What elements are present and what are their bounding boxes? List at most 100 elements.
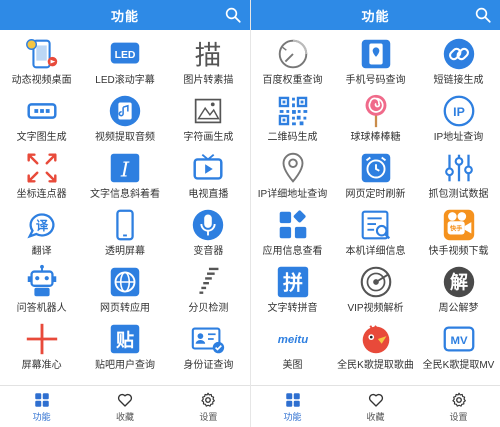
tab-label: 设置 (199, 411, 218, 422)
grid-icon (34, 392, 49, 407)
feature-ip-lookup[interactable]: IP IP地址查询 (417, 89, 500, 146)
feature-karaoke-song[interactable]: 全民K歌提取歌曲 (334, 317, 417, 374)
feature-dream[interactable]: 解 周公解梦 (417, 260, 500, 317)
search-icon[interactable] (474, 6, 492, 24)
feature-label: 本机详细信息 (345, 246, 406, 257)
karaoke-bird-icon (357, 320, 395, 358)
gear-icon (451, 392, 466, 407)
feature-label: 贴吧用户查询 (94, 360, 155, 371)
tab-features[interactable]: 功能 (0, 386, 83, 427)
feature-label: 透明屏幕 (104, 246, 145, 257)
translate-char: 译 (35, 219, 48, 233)
feature-karaoke-mv[interactable]: MV 全民K歌提取MV (417, 317, 500, 374)
italic-text-icon: I (106, 149, 144, 187)
robot-icon (23, 263, 61, 301)
sliders-icon (440, 149, 478, 187)
feature-italic-text[interactable]: I 文字信息斜着看 (83, 146, 166, 203)
feature-label: 手机号码查询 (345, 75, 406, 86)
kuaishou-icon: 快手 (440, 206, 478, 244)
tab-favorites[interactable]: 收藏 (334, 386, 417, 427)
feature-vip-video[interactable]: VIP视频解析 (334, 260, 417, 317)
feature-ascii-art[interactable]: 字符画生成 (167, 89, 250, 146)
feature-label: 文字信息斜着看 (89, 189, 160, 200)
feature-label: 字符画生成 (183, 132, 234, 143)
feature-baidu-weight[interactable]: 百度权重查询 (251, 32, 334, 89)
search-icon[interactable] (224, 6, 242, 24)
ascii-art-icon (189, 92, 227, 130)
feature-pinyin[interactable]: 拼 文字转拼音 (251, 260, 334, 317)
tab-label: 功能 (283, 411, 302, 422)
kuaishou-text: 快手 (449, 225, 461, 233)
feature-web-refresh[interactable]: 网页定时刷新 (334, 146, 417, 203)
feature-app-info[interactable]: 应用信息查看 (251, 203, 334, 260)
bottom-tab-bar: 功能 收藏 设置 (0, 385, 250, 427)
feature-voice-changer[interactable]: 变音器 (167, 203, 250, 260)
top-bar: 功能 (251, 0, 500, 30)
alarm-clock-icon (357, 149, 395, 187)
feature-label: 变音器 (193, 246, 224, 257)
feature-lollipop[interactable]: 球球棒棒糖 (334, 89, 417, 146)
feature-label: 电视直播 (188, 189, 229, 200)
feature-label: 文字图生成 (16, 132, 67, 143)
feature-led-subtitle[interactable]: LED LED滚动字幕 (83, 32, 166, 89)
feature-label: IP详细地址查询 (257, 189, 328, 200)
scroll-fade (251, 375, 500, 385)
feature-auto-clicker[interactable]: 坐标连点器 (0, 146, 83, 203)
feature-extract-audio[interactable]: 视频提取音频 (83, 89, 166, 146)
meitu-logo: meitu (274, 320, 312, 358)
feature-qrcode[interactable]: 二维码生成 (251, 89, 334, 146)
feature-tv-live[interactable]: 电视直播 (167, 146, 250, 203)
feature-id-card[interactable]: 身份证查询 (167, 317, 250, 374)
feature-sketch[interactable]: 描 图片转素描 (167, 32, 250, 89)
feature-kuaishou-download[interactable]: 快手 快手视频下载 (417, 203, 500, 260)
pinyin-char: 拼 (283, 271, 303, 295)
tab-favorites[interactable]: 收藏 (83, 386, 166, 427)
tab-settings[interactable]: 设置 (417, 386, 500, 427)
crosshair-icon (23, 320, 61, 358)
feature-label: 应用信息查看 (262, 246, 323, 257)
feature-video-wallpaper[interactable]: 动态视频桌面 (0, 32, 83, 89)
feature-qa-robot[interactable]: 问答机器人 (0, 260, 83, 317)
ip-text: IP (453, 105, 465, 119)
feature-decibel[interactable]: 分贝检测 (167, 260, 250, 317)
feature-label: 短链接生成 (433, 75, 484, 86)
feature-tieba-user[interactable]: 贴 贴吧用户查询 (83, 317, 166, 374)
feature-label: 坐标连点器 (16, 189, 67, 200)
led-text: LED (115, 50, 136, 61)
feature-packet-capture[interactable]: 抓包测试数据 (417, 146, 500, 203)
feature-phone-lookup[interactable]: 手机号码查询 (334, 32, 417, 89)
tieba-char: 贴 (116, 330, 134, 352)
feature-label: 动态视频桌面 (11, 75, 72, 86)
tab-settings[interactable]: 设置 (167, 386, 250, 427)
feature-translate[interactable]: 译 翻译 (0, 203, 83, 260)
feature-grid: 百度权重查询 手机号码查询 短链接生成 二维码生成 球球棒棒糖 IP IP地址查… (251, 30, 500, 374)
feature-web-to-app[interactable]: 网页转应用 (83, 260, 166, 317)
right-screen: 功能 百度权重查询 手机号码查询 短链接生成 二维码生成 球球棒棒糖 IP IP… (250, 0, 500, 427)
feature-short-link[interactable]: 短链接生成 (417, 32, 500, 89)
tab-features[interactable]: 功能 (251, 386, 334, 427)
feature-label: 快手视频下载 (428, 246, 489, 257)
feature-label: 百度权重查询 (262, 75, 323, 86)
feature-device-info[interactable]: 本机详细信息 (334, 203, 417, 260)
tab-label: 收藏 (115, 411, 134, 422)
feature-crosshair[interactable]: 屏幕准心 (0, 317, 83, 374)
gauge-icon (274, 35, 312, 73)
feature-label: 美图 (282, 360, 303, 371)
feature-text-image[interactable]: 文字图生成 (0, 89, 83, 146)
mv-icon: MV (440, 320, 478, 358)
feature-label: 视频提取音频 (94, 132, 155, 143)
feature-label: 网页转应用 (99, 303, 150, 314)
led-icon: LED (106, 35, 144, 73)
tv-icon (189, 149, 227, 187)
microphone-icon (189, 206, 227, 244)
meitu-text: meitu (277, 334, 307, 346)
gear-icon (201, 392, 216, 407)
sketch-icon: 描 (189, 35, 227, 73)
feature-transparent-screen[interactable]: 透明屏幕 (83, 203, 166, 260)
tab-label: 功能 (32, 411, 51, 422)
left-screen: 功能 动态视频桌面 LED LED滚动字幕 描 图片转素描 文字图生成 视频提取… (0, 0, 250, 427)
feature-ip-detail[interactable]: IP详细地址查询 (251, 146, 334, 203)
feature-meitu[interactable]: meitu 美图 (251, 317, 334, 374)
feature-label: 屏幕准心 (21, 360, 62, 371)
feature-label: VIP视频解析 (347, 303, 404, 314)
